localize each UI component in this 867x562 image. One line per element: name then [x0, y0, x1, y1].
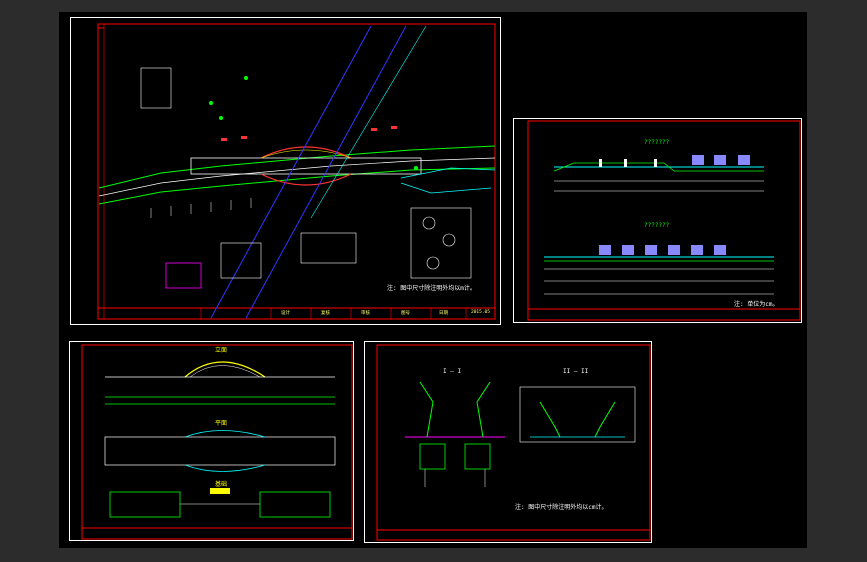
sheet-elevation[interactable]: 立面 平面 基础	[69, 341, 354, 541]
detail-label-left: I — I	[443, 368, 462, 375]
detail-note: 注: 图中尺寸除注明外均以cm计。	[515, 504, 608, 511]
sheet-section-detail[interactable]: I — I II — II 注: 图中尺寸除注明外均以cm计。	[364, 341, 652, 543]
plan-drawing	[97, 23, 496, 320]
elev-label-plan: 平面	[215, 420, 228, 427]
elevation-drawing	[81, 344, 353, 540]
plan-note: 注: 图中尺寸除注明外均以m计。	[387, 285, 476, 292]
tb-design: 设计	[281, 311, 290, 316]
sheet-cross-section[interactable]: ??????? ??????? 注: 单位为cm。	[513, 118, 802, 323]
tb-drawing-no: 图号	[401, 311, 410, 316]
section-detail-drawing	[376, 344, 651, 541]
elev-label-foundation: 基础	[215, 481, 228, 488]
detail-label-right: II — II	[563, 368, 589, 375]
tb-review: 审核	[361, 311, 370, 316]
cs-note: 注: 单位为cm。	[734, 301, 779, 308]
sheet-plan-view[interactable]: 注: 图中尺寸除注明外均以m计。 设计 复核 审核 图号 日期 2015.05	[70, 17, 501, 325]
tb-date: 日期	[439, 311, 448, 316]
cs-title-bottom: ???????	[644, 222, 670, 229]
model-space: 注: 图中尺寸除注明外均以m计。 设计 复核 审核 图号 日期 2015.05	[59, 12, 807, 548]
tb-check: 复核	[321, 311, 330, 316]
tb-date-value: 2015.05	[471, 310, 490, 315]
elev-label-elevation: 立面	[215, 347, 228, 354]
cs-title-top: ???????	[644, 139, 670, 146]
